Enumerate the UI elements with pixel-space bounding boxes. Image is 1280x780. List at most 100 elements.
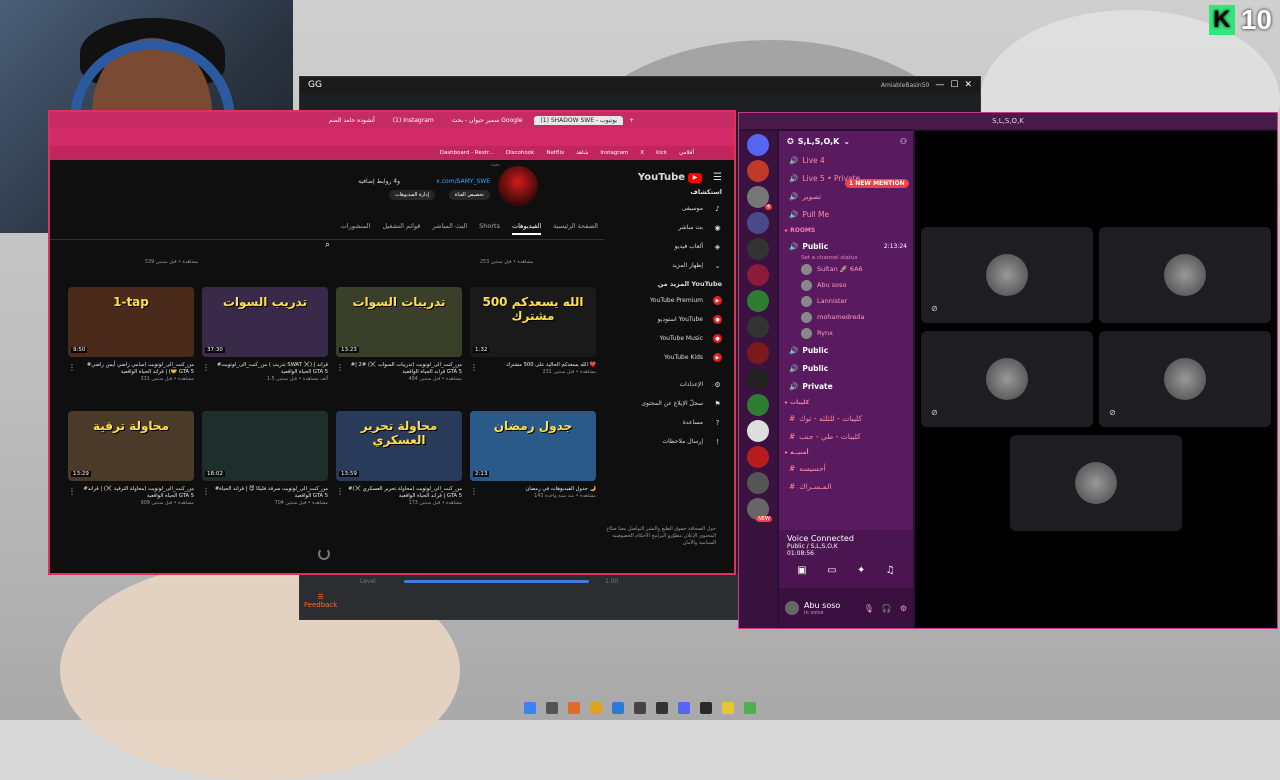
search-icon[interactable]: ⌕ [325, 240, 330, 250]
browser-tab[interactable]: سمير حيوان - بحث Google [446, 116, 529, 125]
search-icon[interactable] [546, 702, 558, 714]
server-name[interactable]: ✪S,L,S,O,K⌄⚇ [779, 131, 913, 151]
sidebar-item-live[interactable]: بث مباشر◉ [604, 218, 722, 237]
folder-icon[interactable] [722, 702, 734, 714]
discord-home-icon[interactable] [747, 134, 769, 156]
menu-icon[interactable]: ☰ [713, 172, 722, 183]
voice-channel-active[interactable]: 🔊Public2:13:24 [779, 237, 913, 255]
app-icon[interactable] [634, 702, 646, 714]
category-extra[interactable]: ▸ أمنيــه [779, 445, 913, 459]
customize-channel-button[interactable]: تخصيص القناة [449, 190, 490, 200]
channel-links-more[interactable]: و4 روابط إضافية [358, 178, 400, 185]
steam-icon[interactable] [700, 702, 712, 714]
tab-playlists[interactable]: قوائم التشغيل [382, 222, 420, 235]
sidebar-item-gaming[interactable]: ألعاب فيديو◈ [604, 237, 722, 256]
voice-member[interactable]: Abu soso [779, 277, 913, 293]
text-channel[interactable]: #المـسـراك [779, 477, 913, 495]
more-options-icon[interactable]: ⋮ [202, 363, 210, 372]
video-thumbnail[interactable]: محاولة تحرير العسكري13:59 [336, 411, 462, 481]
microphone-icon[interactable]: 🎙 [864, 604, 874, 613]
app-icon[interactable] [568, 702, 580, 714]
tab-live[interactable]: البث المباشر [432, 222, 467, 235]
participant-tile[interactable]: ⊘ [1099, 331, 1271, 427]
server-icon[interactable] [747, 160, 769, 182]
video-card[interactable]: 1-tap9:50 #من_كنت_الى_لوتويت (سامي راضي أ… [68, 287, 194, 382]
video-card[interactable]: تدريبات السوات13:23 #من_كنت_الى_لوتويت (ت… [336, 287, 462, 382]
sidebar-item-premium[interactable]: YouTube Premium▶ [604, 291, 722, 310]
server-icon[interactable] [747, 264, 769, 286]
sidebar-item-music-app[interactable]: YouTube Music● [604, 329, 722, 348]
server-icon[interactable]: NEW [747, 498, 769, 520]
tab-home[interactable]: الصفحة الرئيسية [553, 222, 598, 235]
video-title[interactable]: جدول الفيديوهات في رمضان 🌙 [470, 486, 596, 493]
browser-tab[interactable]: (1) Instagram [387, 116, 440, 125]
video-card[interactable]: 18:02#من_كنت_الى_لوتويت سرقة فليكا 😈 | ق… [202, 411, 328, 506]
text-channel[interactable]: #أحسيسه [779, 459, 913, 477]
bookmark[interactable]: أفلامي [679, 150, 694, 156]
bookmark[interactable]: kick [656, 150, 667, 156]
bookmark[interactable]: Dashboard - Restr... [440, 150, 494, 156]
tab-posts[interactable]: المنشورات [341, 222, 371, 235]
participant-tile[interactable] [1099, 227, 1271, 323]
headphones-icon[interactable]: 🎧 [882, 604, 892, 613]
activity-icon[interactable]: ✦ [857, 565, 865, 576]
avatar[interactable] [785, 601, 799, 615]
sidebar-item-feedback[interactable]: إرسال ملاحظات! [604, 432, 722, 451]
participant-tile[interactable] [1010, 435, 1182, 531]
video-card[interactable]: محاولة ترقية13:29#من_كنت_الى_لوتويت (محا… [68, 411, 194, 506]
voice-channel-path[interactable]: Public / S,L,S,O,K [787, 543, 905, 550]
video-thumbnail[interactable]: تدريب السوات37:30 [202, 287, 328, 357]
category-clips[interactable]: ▸ كليبات [779, 395, 913, 409]
voice-channel[interactable]: 🔊Public [779, 341, 913, 359]
video-thumbnail[interactable]: 1-tap9:50 [68, 287, 194, 357]
search-input[interactable]: بحث [490, 162, 500, 168]
video-thumbnail[interactable]: تدريبات السوات13:23 [336, 287, 462, 357]
minimize-icon[interactable]: — [935, 80, 944, 90]
bookmark[interactable]: X [640, 150, 644, 156]
voice-channel[interactable]: 🔊Public [779, 359, 913, 377]
video-thumbnail[interactable]: جدول رمضان2:13 [470, 411, 596, 481]
participant-tile[interactable]: ⊘ [921, 331, 1093, 427]
app-icon[interactable] [656, 702, 668, 714]
video-card[interactable]: الله يسعدكم 500 مشترك1:32الله يسعدكم الح… [470, 287, 596, 375]
video-thumbnail[interactable]: محاولة ترقية13:29 [68, 411, 194, 481]
youtube-logo[interactable]: YouTube ▶ ☰ [604, 172, 722, 183]
server-icon[interactable] [747, 316, 769, 338]
video-card[interactable]: جدول رمضان2:13 جدول الفيديوهات في رمضان 🌙… [470, 411, 596, 499]
browser-tab[interactable]: أنشوده حامد الضم [323, 116, 381, 125]
channel-item[interactable]: 🔊Live 4 [779, 151, 913, 169]
voice-member[interactable]: Sultan 🚀 6A6 [779, 261, 913, 277]
bookmark[interactable]: Instagram [600, 150, 628, 156]
mention-badge[interactable]: 1 NEW MENTION [845, 179, 909, 188]
tab-shorts[interactable]: Shorts [479, 222, 500, 235]
server-icon[interactable] [747, 394, 769, 416]
text-channel[interactable]: #كليبات - طي - جنب [779, 427, 913, 445]
video-title[interactable]: #من_كنت_الى_لوتويت (تدريبات السوات ⚔️) #… [336, 362, 462, 376]
more-options-icon[interactable]: ⋮ [336, 363, 344, 372]
video-thumbnail[interactable]: الله يسعدكم 500 مشترك1:32 [470, 287, 596, 357]
video-title[interactable]: #من_كنت_الى_لوتويت (سامي راضي أيمن راضي … [68, 362, 194, 376]
more-options-icon[interactable]: ⋮ [470, 363, 478, 372]
manage-videos-button[interactable]: إدارة الفيديوهات [389, 190, 435, 200]
channel-link[interactable]: x.com/SAMY_SWE [436, 178, 490, 185]
server-icon[interactable] [747, 342, 769, 364]
video-card[interactable]: تدريب السوات37:30#من_كنت_الى_لوتويت ( تد… [202, 287, 328, 382]
voice-member[interactable]: Rynx [779, 325, 913, 341]
participant-tile[interactable]: ⊘ [921, 227, 1093, 323]
screen-share-icon[interactable]: ▭ [827, 565, 836, 576]
vscode-icon[interactable] [612, 702, 624, 714]
maximize-icon[interactable]: ☐ [950, 80, 958, 90]
sidebar-item-settings[interactable]: الإعدادات⚙ [604, 375, 722, 394]
address-bar[interactable] [50, 128, 734, 146]
more-options-icon[interactable]: ⋮ [68, 363, 76, 372]
app-icon[interactable] [590, 702, 602, 714]
video-card[interactable]: محاولة تحرير العسكري13:59#من_كنت_الى_لوت… [336, 411, 462, 506]
channel-item[interactable]: 🔊تصوير [779, 187, 913, 205]
gear-icon[interactable]: ⚙ [900, 604, 907, 613]
more-options-icon[interactable]: ⋮ [470, 487, 478, 496]
category-rooms[interactable]: ▸ ROOMS [779, 223, 913, 237]
video-title[interactable]: #من_كنت_الى_لوتويت سرقة فليكا 😈 | قراند … [202, 486, 328, 500]
bookmark[interactable]: شاهد [576, 150, 588, 156]
sidebar-item-show-more[interactable]: إظهار المزيد⌄ [604, 256, 722, 275]
channel-item[interactable]: 🔊Pull Me [779, 205, 913, 223]
